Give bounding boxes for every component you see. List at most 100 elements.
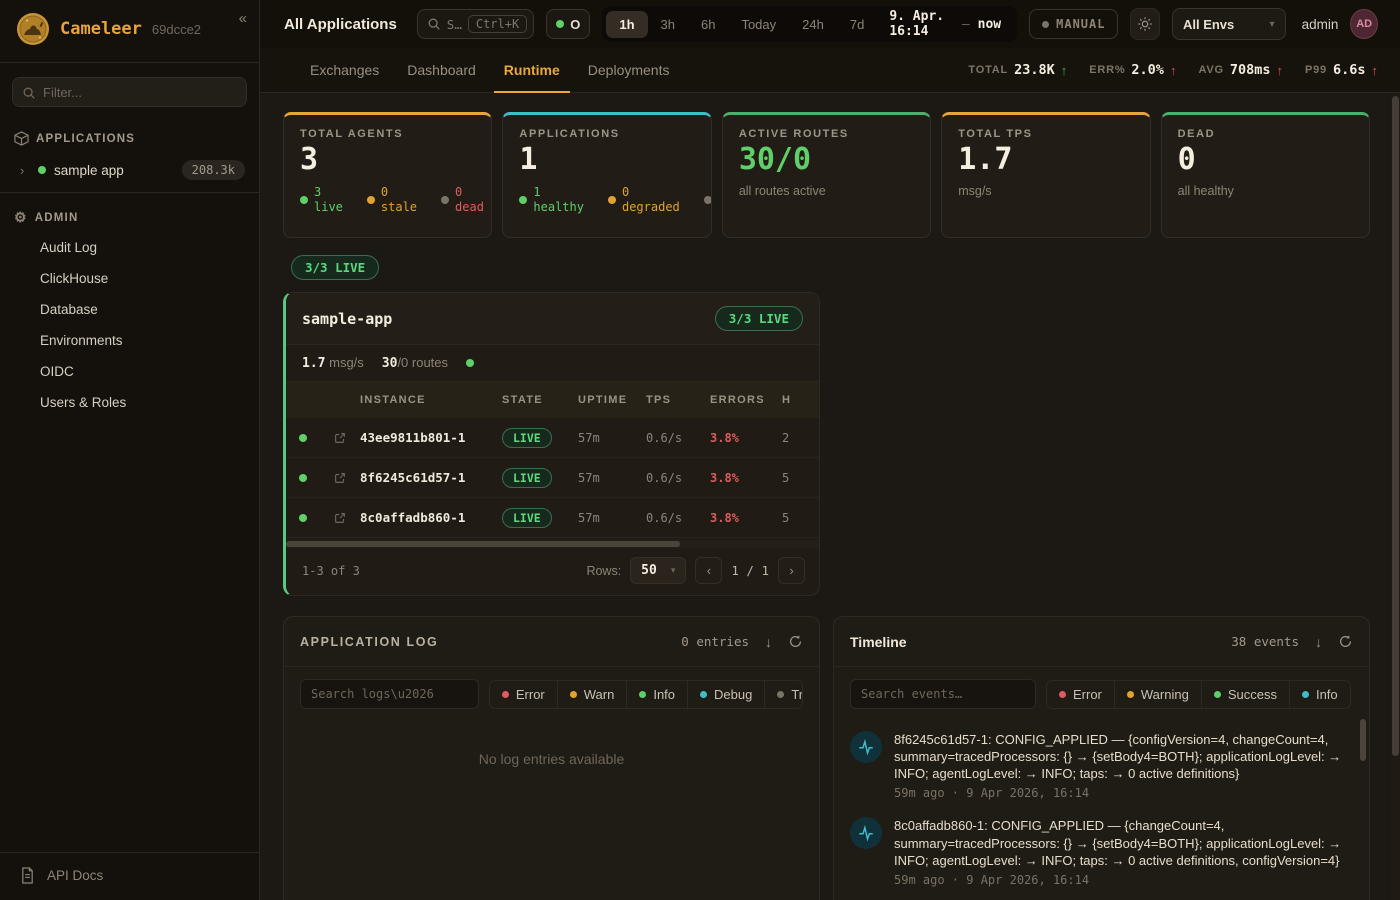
chevron-right-icon[interactable]: › [20,163,30,178]
range-3h[interactable]: 3h [648,11,688,38]
api-docs-label: API Docs [47,868,103,883]
range-7d[interactable]: 7d [837,11,877,38]
theme-toggle-button[interactable] [1130,8,1159,40]
log-level-filter-group: Error Warn Info Debug Trace [489,680,803,709]
heap-value: 2 [782,431,819,445]
time-window-display[interactable]: 9. Apr. 16:14 — now [877,9,1013,39]
status-dot-amber [367,196,375,204]
filter-error[interactable]: Error [490,681,557,708]
next-page-button[interactable]: › [778,557,805,584]
app-item-count-badge: 208.3k [182,160,245,180]
env-select[interactable]: All Envs ▾ [1172,8,1286,40]
username: admin [1302,17,1339,32]
applications-section-header: APPLICATIONS [0,119,259,152]
sidebar-collapse-button[interactable]: « [239,10,247,27]
cameleer-logo-icon [16,12,50,46]
range-6h[interactable]: 6h [688,11,728,38]
applications-section-label: APPLICATIONS [36,133,135,145]
manual-dot [1042,21,1049,28]
brand-name: Cameleer [60,19,142,39]
kpi-bar: TOTAL 23.8K ↑ ERR% 2.0% ↑ AVG 708ms ↑ P9… [968,48,1378,92]
rows-per-page-select[interactable]: 50 ▾ [630,557,686,584]
sidebar-item-clickhouse[interactable]: ClickHouse [0,263,259,294]
search-icon [22,86,36,100]
timeline-scrollbar-thumb[interactable] [1360,719,1366,761]
timeline-search-input[interactable] [850,679,1036,709]
pulse-icon [850,731,882,763]
event-timestamp: 59m ago · 9 Apr 2026, 16:14 [894,873,1349,887]
sidebar-item-users-roles[interactable]: Users & Roles [0,387,259,418]
tab-runtime[interactable]: Runtime [490,48,574,92]
refresh-icon[interactable] [1338,634,1353,649]
filter-success[interactable]: Success [1201,681,1289,708]
online-dot [556,20,564,28]
table-row[interactable]: 8f6245c61d57-1 LIVE 57m 0.6/s 3.8% 5 [286,458,819,498]
filter-trace[interactable]: Trace [764,681,803,708]
tab-dashboard[interactable]: Dashboard [393,48,490,92]
scrollbar-thumb[interactable] [1392,96,1399,756]
card-active-routes: ACTIVE ROUTES 30/0 all routes active [722,112,931,238]
event-type-filter-group: Error Warning Success Info [1046,680,1351,709]
event-text: 8f6245c61d57-1: CONFIG_APPLIED — {config… [894,731,1349,782]
card-label: APPLICATIONS [519,128,694,140]
filter-info[interactable]: Info [626,681,687,708]
horizontal-scrollbar[interactable] [286,540,819,548]
trend-up-icon: ↑ [1061,63,1068,78]
table-row[interactable]: 43ee9811b801-1 LIVE 57m 0.6/s 3.8% 2 [286,418,819,458]
online-status-button[interactable]: O [546,9,590,39]
status-dot-gray [704,196,712,204]
app-live-badge: 3/3 LIVE [715,306,803,331]
range-24h[interactable]: 24h [789,11,837,38]
card-label: TOTAL AGENTS [300,128,475,140]
rows-value: 50 [641,563,657,578]
filter-error[interactable]: Error [1047,681,1114,708]
sidebar-item-environments[interactable]: Environments [0,325,259,356]
state-badge: LIVE [502,428,552,448]
uptime-value: 57m [578,511,646,525]
success-dot [1214,691,1221,698]
timeline-event[interactable]: 8f6245c61d57-1: CONFIG_APPLIED — {config… [850,731,1349,800]
sidebar-item-oidc[interactable]: OIDC [0,356,259,387]
filter-warn[interactable]: Warn [557,681,627,708]
global-search-box[interactable]: S… Ctrl+K [417,9,534,39]
kpi-p99: P99 6.6s ↑ [1305,62,1378,78]
filter-info[interactable]: Info [1289,681,1350,708]
sidebar-item-database[interactable]: Database [0,294,259,325]
sun-icon [1137,16,1153,32]
event-text: 8c0affadb860-1: CONFIG_APPLIED — {change… [894,817,1349,868]
pulse-icon [850,817,882,849]
api-docs-link[interactable]: API Docs [0,852,259,900]
card-label: TOTAL TPS [958,128,1133,140]
scroll-to-bottom-button[interactable]: ↓ [765,634,772,650]
range-today[interactable]: Today [728,11,789,38]
scrollbar-thumb[interactable] [286,541,680,547]
sidebar-item-sample-app[interactable]: › sample app 208.3k [0,152,259,188]
rows-label: Rows: [586,564,621,578]
timeline-event[interactable]: 8c0affadb860-1: CONFIG_APPLIED — {change… [850,817,1349,886]
avatar[interactable]: AD [1350,9,1378,39]
tab-exchanges[interactable]: Exchanges [296,48,393,92]
sidebar: Cameleer 69dcce2 « APPLICATIONS › sample… [0,0,260,900]
external-link-icon[interactable] [320,431,360,445]
filter-debug[interactable]: Debug [687,681,764,708]
refresh-mode-button[interactable]: MANUAL [1029,9,1118,39]
chevron-down-icon: ▾ [1270,19,1275,30]
error-dot [502,691,509,698]
log-search-input[interactable] [300,679,479,709]
tab-deployments[interactable]: Deployments [574,48,684,92]
table-row[interactable]: 8c0affadb860-1 LIVE 57m 0.6/s 3.8% 5 [286,498,819,538]
instance-id: 43ee9811b801-1 [360,430,502,445]
external-link-icon[interactable] [320,511,360,525]
page-scrollbar[interactable] [1391,93,1400,900]
sidebar-filter-input[interactable] [12,77,247,107]
prev-page-button[interactable]: ‹ [695,557,722,584]
range-1h[interactable]: 1h [606,11,647,38]
external-link-icon[interactable] [320,471,360,485]
refresh-icon[interactable] [788,634,803,649]
card-value: 3 [300,145,475,175]
build-hash: 69dcce2 [152,22,201,37]
scroll-to-bottom-button[interactable]: ↓ [1315,634,1322,650]
log-empty-state: No log entries available [284,751,819,767]
filter-warning[interactable]: Warning [1114,681,1201,708]
sidebar-item-audit-log[interactable]: Audit Log [0,232,259,263]
